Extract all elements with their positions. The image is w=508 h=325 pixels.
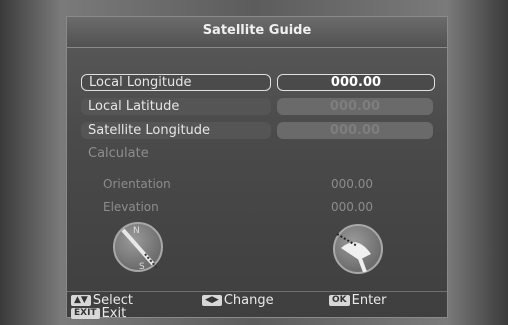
change-hint: ◀▶ Change — [202, 294, 274, 308]
local-latitude-label: Local Latitude — [81, 98, 271, 115]
local-latitude-field[interactable]: 000.00 — [277, 98, 433, 115]
enter-hint-label: Enter — [351, 293, 387, 308]
up-down-key-icon: ▲▼ — [71, 295, 91, 306]
satellite-dish-icon — [336, 233, 371, 273]
change-hint-label: Change — [223, 293, 274, 308]
left-right-key-icon: ◀▶ — [202, 295, 222, 306]
compass-south-label: S — [139, 262, 145, 270]
title-bar: Satellite Guide — [67, 17, 447, 48]
compass-needle-icon: N S — [121, 226, 158, 272]
orientation-label: Orientation — [103, 177, 171, 191]
exit-hint: EXIT Exit — [71, 307, 126, 321]
satellite-longitude-row[interactable]: Satellite Longitude 000.00 — [81, 122, 433, 140]
compass-north-label: N — [133, 226, 140, 236]
satellite-longitude-field[interactable]: 000.00 — [277, 122, 433, 139]
calculate-button[interactable]: Calculate — [88, 146, 149, 161]
satellite-longitude-label: Satellite Longitude — [81, 122, 271, 139]
local-longitude-label: Local Longitude — [81, 74, 271, 91]
satellite-guide-window: Satellite Guide Local Longitude 000.00 L… — [66, 16, 448, 321]
exit-key-icon: EXIT — [71, 308, 100, 319]
footer-help-bar: ▲▼ Select ◀▶ Change OK Enter EXIT Exit — [67, 291, 447, 321]
elevation-label: Elevation — [103, 200, 159, 214]
orientation-compass-icon: N S — [113, 222, 163, 272]
elevation-dish-icon — [333, 224, 383, 274]
local-longitude-row[interactable]: Local Longitude 000.00 — [81, 74, 435, 92]
elevation-value: 000.00 — [331, 200, 373, 214]
local-longitude-field[interactable]: 000.00 — [277, 74, 435, 91]
local-latitude-row[interactable]: Local Latitude 000.00 — [81, 98, 433, 116]
orientation-value: 000.00 — [331, 177, 373, 191]
ok-key-icon: OK — [329, 295, 350, 306]
exit-hint-label: Exit — [101, 306, 127, 321]
enter-hint: OK Enter — [329, 294, 387, 308]
window-title: Satellite Guide — [202, 23, 312, 38]
